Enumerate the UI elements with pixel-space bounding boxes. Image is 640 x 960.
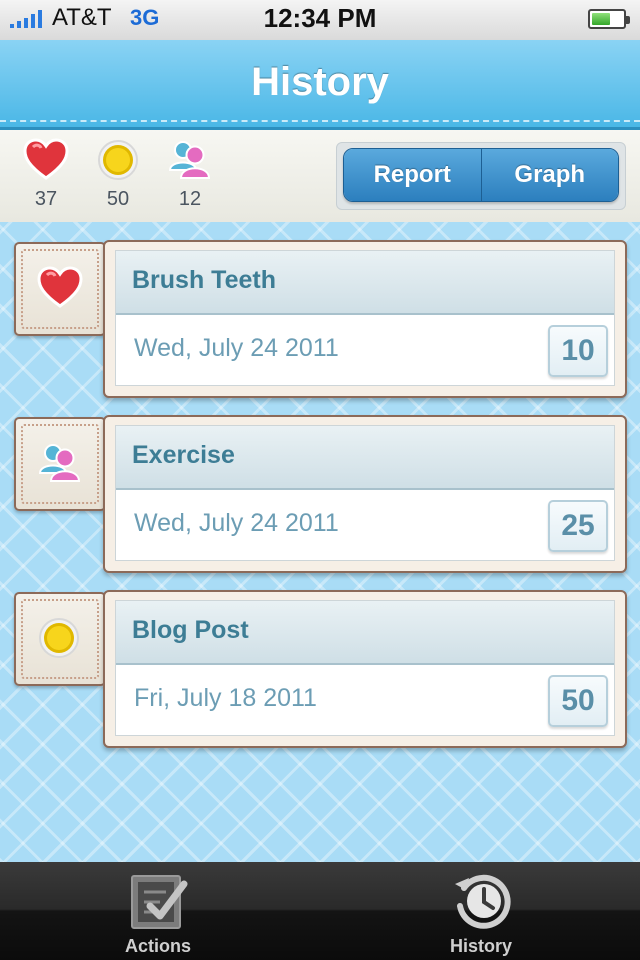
heart-icon — [37, 266, 83, 308]
entry-points-badge: 50 — [548, 675, 608, 727]
battery-fill — [592, 13, 610, 25]
tab-history[interactable]: History — [381, 862, 581, 960]
entry-points-badge: 25 — [548, 500, 608, 552]
stat-coins-value: 50 — [106, 188, 130, 210]
history-clock-icon — [455, 874, 511, 929]
navigation-bar: History — [0, 40, 640, 130]
entry-points-badge: 10 — [548, 325, 608, 377]
tab-bar: Actions History — [0, 862, 640, 960]
entry-title: Blog Post — [132, 616, 249, 644]
entry-icon-tag — [14, 242, 106, 336]
stat-friends: 12 — [160, 138, 220, 211]
entry-card: Exercise Wed, July 24 2011 25 — [103, 415, 627, 573]
stat-hearts: 37 — [16, 138, 76, 211]
stat-coins: 50 — [88, 138, 148, 211]
entry-icon-tag — [14, 592, 106, 686]
entry-date: Wed, July 24 2011 — [134, 509, 339, 537]
stat-friends-value: 12 — [178, 188, 202, 210]
entry-card: Brush Teeth Wed, July 24 2011 10 — [103, 240, 627, 398]
people-icon — [168, 141, 211, 179]
tab-history-label: History — [449, 936, 512, 956]
tab-actions-label: Actions — [124, 936, 191, 956]
history-entry[interactable]: Exercise Wed, July 24 2011 25 — [0, 397, 640, 573]
report-button[interactable]: Report — [344, 149, 481, 201]
status-time: 12:34 PM — [263, 3, 377, 33]
view-segmented-control: Report Graph — [336, 142, 626, 210]
entry-date: Fri, July 18 2011 — [134, 684, 317, 712]
people-icon — [38, 444, 81, 482]
entry-card: Blog Post Fri, July 18 2011 50 — [103, 590, 627, 748]
graph-button[interactable]: Graph — [480, 149, 618, 201]
history-entry[interactable]: Brush Teeth Wed, July 24 2011 10 — [0, 222, 640, 398]
status-bar: AT&T 3G 12:34 PM — [0, 0, 640, 41]
entry-title: Brush Teeth — [132, 266, 276, 294]
history-entry[interactable]: Blog Post Fri, July 18 2011 50 — [0, 572, 640, 748]
heart-icon — [23, 138, 69, 180]
coin-icon — [39, 618, 79, 658]
page-title: History — [251, 60, 389, 104]
stitch-divider — [0, 120, 640, 122]
stats-bar: 37 50 12 Report Graph — [0, 130, 640, 224]
checklist-icon — [131, 875, 188, 929]
stat-hearts-value: 37 — [34, 188, 58, 210]
tab-actions[interactable]: Actions — [58, 862, 258, 960]
segmented-buttons: Report Graph — [343, 148, 619, 202]
history-list: Brush Teeth Wed, July 24 2011 10 Exercis… — [0, 222, 640, 862]
coin-icon — [98, 140, 138, 180]
entry-title: Exercise — [132, 441, 235, 469]
entry-icon-tag — [14, 417, 106, 511]
battery-icon — [588, 9, 630, 29]
entry-date: Wed, July 24 2011 — [134, 334, 339, 362]
